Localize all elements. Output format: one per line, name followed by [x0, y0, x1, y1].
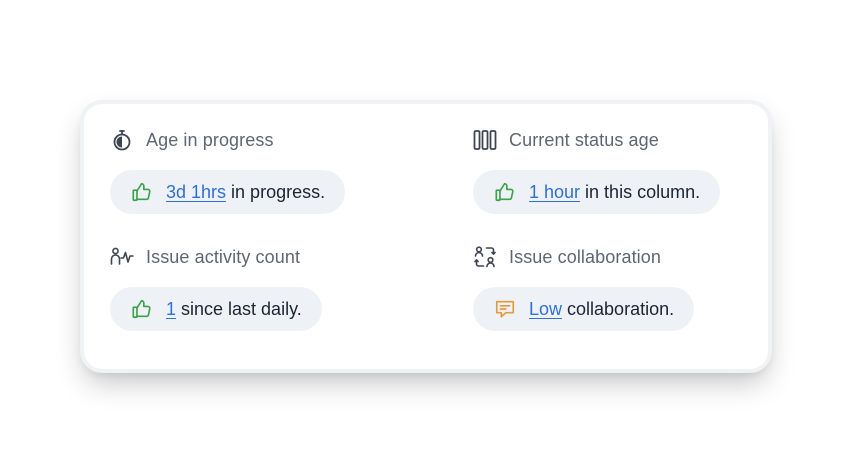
collaboration-value-link[interactable]: Low: [529, 299, 562, 320]
activity-icon: [110, 245, 134, 269]
metric-title: Issue collaboration: [509, 246, 661, 267]
value-suffix: collaboration.: [567, 298, 675, 319]
metric-issue-activity-count: Issue activity count 1 since last daily.: [110, 243, 430, 331]
metric-header: Age in progress: [110, 126, 430, 154]
metric-title: Current status age: [509, 129, 659, 150]
activity-count-value-link[interactable]: 1: [166, 299, 176, 320]
metric-value-pill: 3d 1hrs in progress.: [110, 170, 346, 214]
metric-issue-collaboration: Issue collaboration Low collaboration.: [473, 243, 793, 331]
age-value-link[interactable]: 3d 1hrs: [166, 182, 226, 203]
metric-header: Issue activity count: [110, 243, 430, 271]
metric-header: Issue collaboration: [473, 243, 793, 271]
metric-age-in-progress: Age in progress 3d 1hrs in progress.: [110, 126, 430, 214]
chat-icon: [493, 297, 517, 321]
collaboration-icon: [473, 245, 497, 269]
metric-title: Age in progress: [146, 129, 274, 150]
status-age-value-link[interactable]: 1 hour: [529, 182, 580, 203]
value-suffix: in progress.: [231, 181, 326, 202]
thumbs-up-icon: [130, 297, 154, 321]
thumbs-up-icon: [493, 180, 517, 204]
value-suffix: since last daily.: [181, 298, 302, 319]
metric-value-pill: Low collaboration.: [473, 287, 695, 331]
metric-header: Current status age: [473, 126, 793, 154]
value-suffix: in this column.: [585, 181, 701, 202]
stopwatch-icon: [110, 128, 134, 152]
metric-value-pill: 1 since last daily.: [110, 287, 322, 331]
metric-value-pill: 1 hour in this column.: [473, 170, 721, 214]
metric-current-status-age: Current status age 1 hour in this column…: [473, 126, 793, 214]
columns-icon: [473, 128, 497, 152]
issue-insights-card: Age in progress 3d 1hrs in progress. Cur…: [84, 104, 768, 369]
metric-title: Issue activity count: [146, 246, 301, 267]
thumbs-up-icon: [130, 180, 154, 204]
